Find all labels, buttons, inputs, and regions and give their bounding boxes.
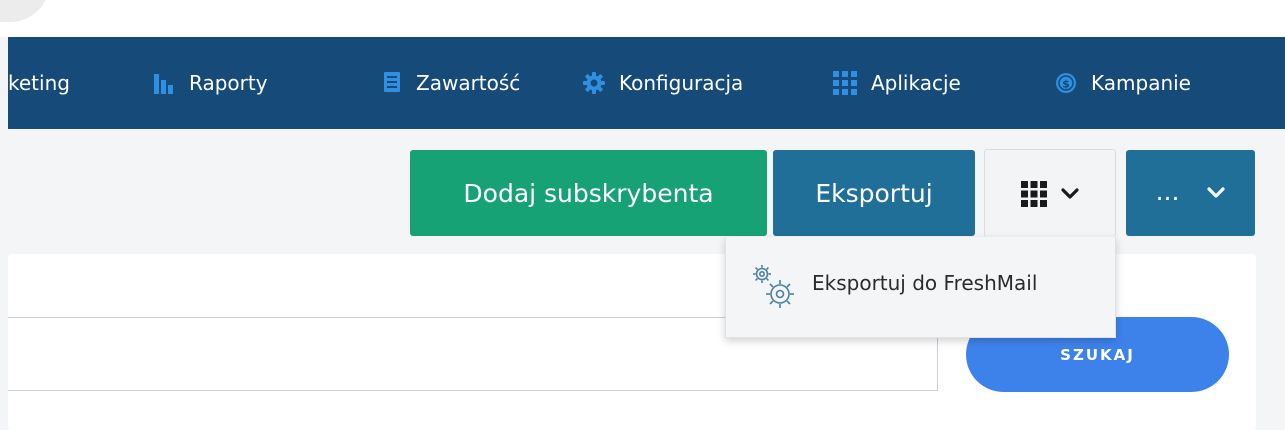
dropdown-item-label: Eksportuj do FreshMail bbox=[812, 271, 1038, 295]
add-subscriber-button[interactable]: Dodaj subskrybenta bbox=[410, 150, 767, 236]
nav-item-label: Raporty bbox=[189, 71, 268, 95]
nav-item-label: Aplikacje bbox=[871, 71, 961, 95]
dollar-circle-icon: $ bbox=[1055, 72, 1077, 94]
browser-tab-edge bbox=[0, 0, 50, 22]
nav-item-label: Zawartość bbox=[416, 71, 521, 95]
main-navbar: keting Raporty Zawartość Konfiguracja Ap… bbox=[8, 37, 1285, 129]
nav-item-reports[interactable]: Raporty bbox=[153, 37, 268, 129]
more-actions-button[interactable]: ... bbox=[1126, 150, 1255, 236]
export-label: Eksportuj bbox=[815, 178, 933, 208]
nav-item-label: keting bbox=[8, 71, 70, 95]
grid-menu-button[interactable] bbox=[984, 149, 1116, 237]
document-icon bbox=[384, 72, 402, 94]
export-button[interactable]: Eksportuj bbox=[773, 150, 975, 236]
search-button-label: SZUKAJ bbox=[1060, 345, 1135, 364]
nav-item-content[interactable]: Zawartość bbox=[384, 37, 520, 129]
nav-item-applications[interactable]: Aplikacje bbox=[833, 37, 961, 129]
svg-text:$: $ bbox=[1062, 78, 1070, 91]
grid-dropdown-menu: Eksportuj do FreshMail bbox=[725, 237, 1116, 338]
bar-chart-icon bbox=[153, 72, 175, 94]
right-gutter bbox=[1256, 129, 1285, 430]
gears-icon bbox=[751, 263, 799, 317]
nav-item-label: Konfiguracja bbox=[619, 71, 744, 95]
chevron-down-icon bbox=[1207, 187, 1226, 199]
grid-icon bbox=[1021, 180, 1047, 207]
dropdown-item-export-freshmail[interactable]: Eksportuj do FreshMail bbox=[726, 237, 1115, 337]
more-label: ... bbox=[1155, 176, 1180, 206]
browser-top-strip bbox=[0, 0, 1285, 37]
nav-item-label: Kampanie bbox=[1091, 71, 1191, 95]
gear-icon bbox=[583, 72, 605, 94]
add-subscriber-label: Dodaj subskrybenta bbox=[463, 178, 714, 208]
chevron-down-icon bbox=[1061, 187, 1079, 200]
nav-item-configuration[interactable]: Konfiguracja bbox=[583, 37, 743, 129]
nav-item-campaigns[interactable]: $ Kampanie bbox=[1055, 37, 1191, 129]
nav-item-marketing[interactable]: keting bbox=[8, 37, 70, 129]
grid-icon bbox=[833, 71, 857, 95]
